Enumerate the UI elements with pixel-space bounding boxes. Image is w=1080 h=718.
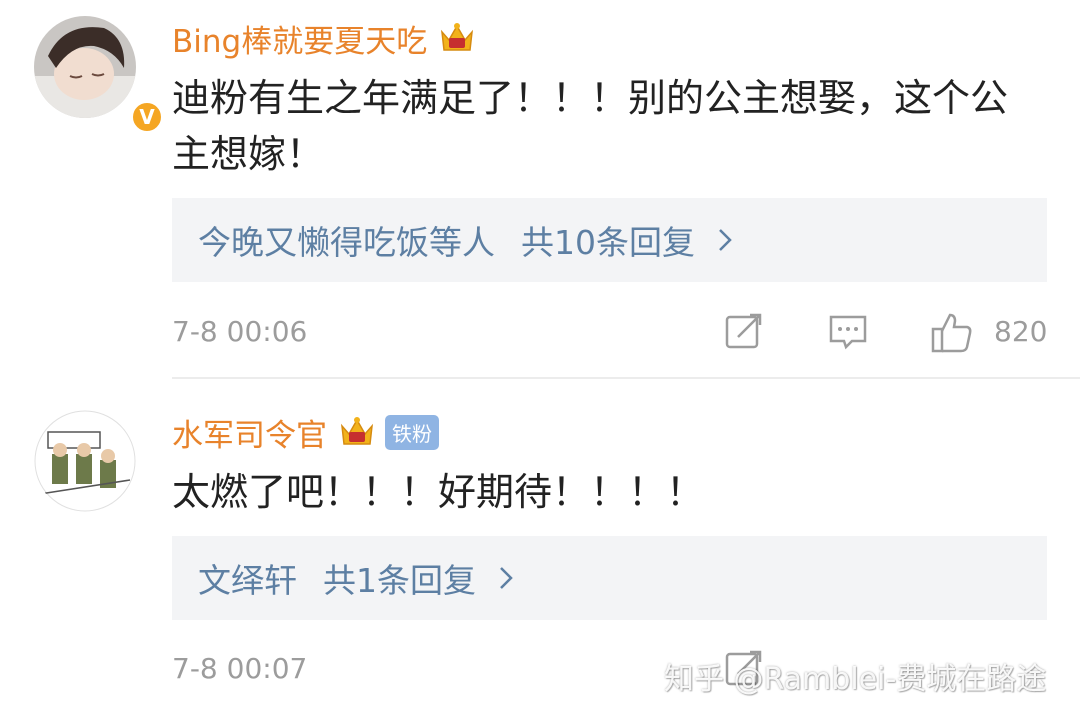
comment-item: V Bing棒就要夏天吃 迪粉有生之年满足了！！！别的公主想娶，这个公主想嫁！ … <box>0 0 1080 378</box>
repost-icon[interactable] <box>724 311 764 351</box>
avatar[interactable]: V <box>34 16 164 134</box>
fan-badge: 铁粉 <box>385 414 439 450</box>
timestamp: 7-8 00:07 <box>172 652 308 685</box>
divider <box>172 377 1080 379</box>
comment-meta: 7-8 00:06 820 <box>172 305 1080 361</box>
name-row: Bing棒就要夏天吃 <box>172 14 477 62</box>
like-icon[interactable] <box>930 311 974 355</box>
reply-author[interactable]: 今晚又懒得吃饭等人 <box>198 216 495 264</box>
avatar-image <box>34 410 136 512</box>
chevron-right-icon <box>500 567 513 589</box>
username[interactable]: Bing棒就要夏天吃 <box>172 16 427 61</box>
reply-count[interactable]: 共1条回复 <box>323 554 476 602</box>
crown-icon <box>441 23 474 51</box>
reply-preview[interactable]: 今晚又懒得吃饭等人 共10条回复 <box>172 198 1047 282</box>
timestamp: 7-8 00:06 <box>172 315 308 348</box>
verified-badge-icon: V <box>130 100 164 134</box>
crown-icon <box>340 417 374 445</box>
chevron-right-icon <box>719 229 732 251</box>
avatar[interactable] <box>34 410 136 512</box>
reply-preview[interactable]: 文绎轩 共1条回复 <box>172 536 1047 620</box>
reply-count[interactable]: 共10条回复 <box>521 216 695 264</box>
like-count: 820 <box>994 315 1048 348</box>
reply-author[interactable]: 文绎轩 <box>198 554 297 602</box>
avatar-image <box>34 16 136 118</box>
username[interactable]: 水军司令官 <box>172 410 327 455</box>
comment-text: 太燃了吧！！！好期待！！！！ <box>172 470 705 514</box>
comment-icon[interactable] <box>828 311 868 351</box>
watermark: 知乎 @Ramblei-费城在路途 <box>664 662 1047 697</box>
name-row: 水军司令官 铁粉 <box>172 408 439 456</box>
comment-text: 迪粉有生之年满足了！！！别的公主想娶，这个公主想嫁！ <box>172 76 1009 176</box>
